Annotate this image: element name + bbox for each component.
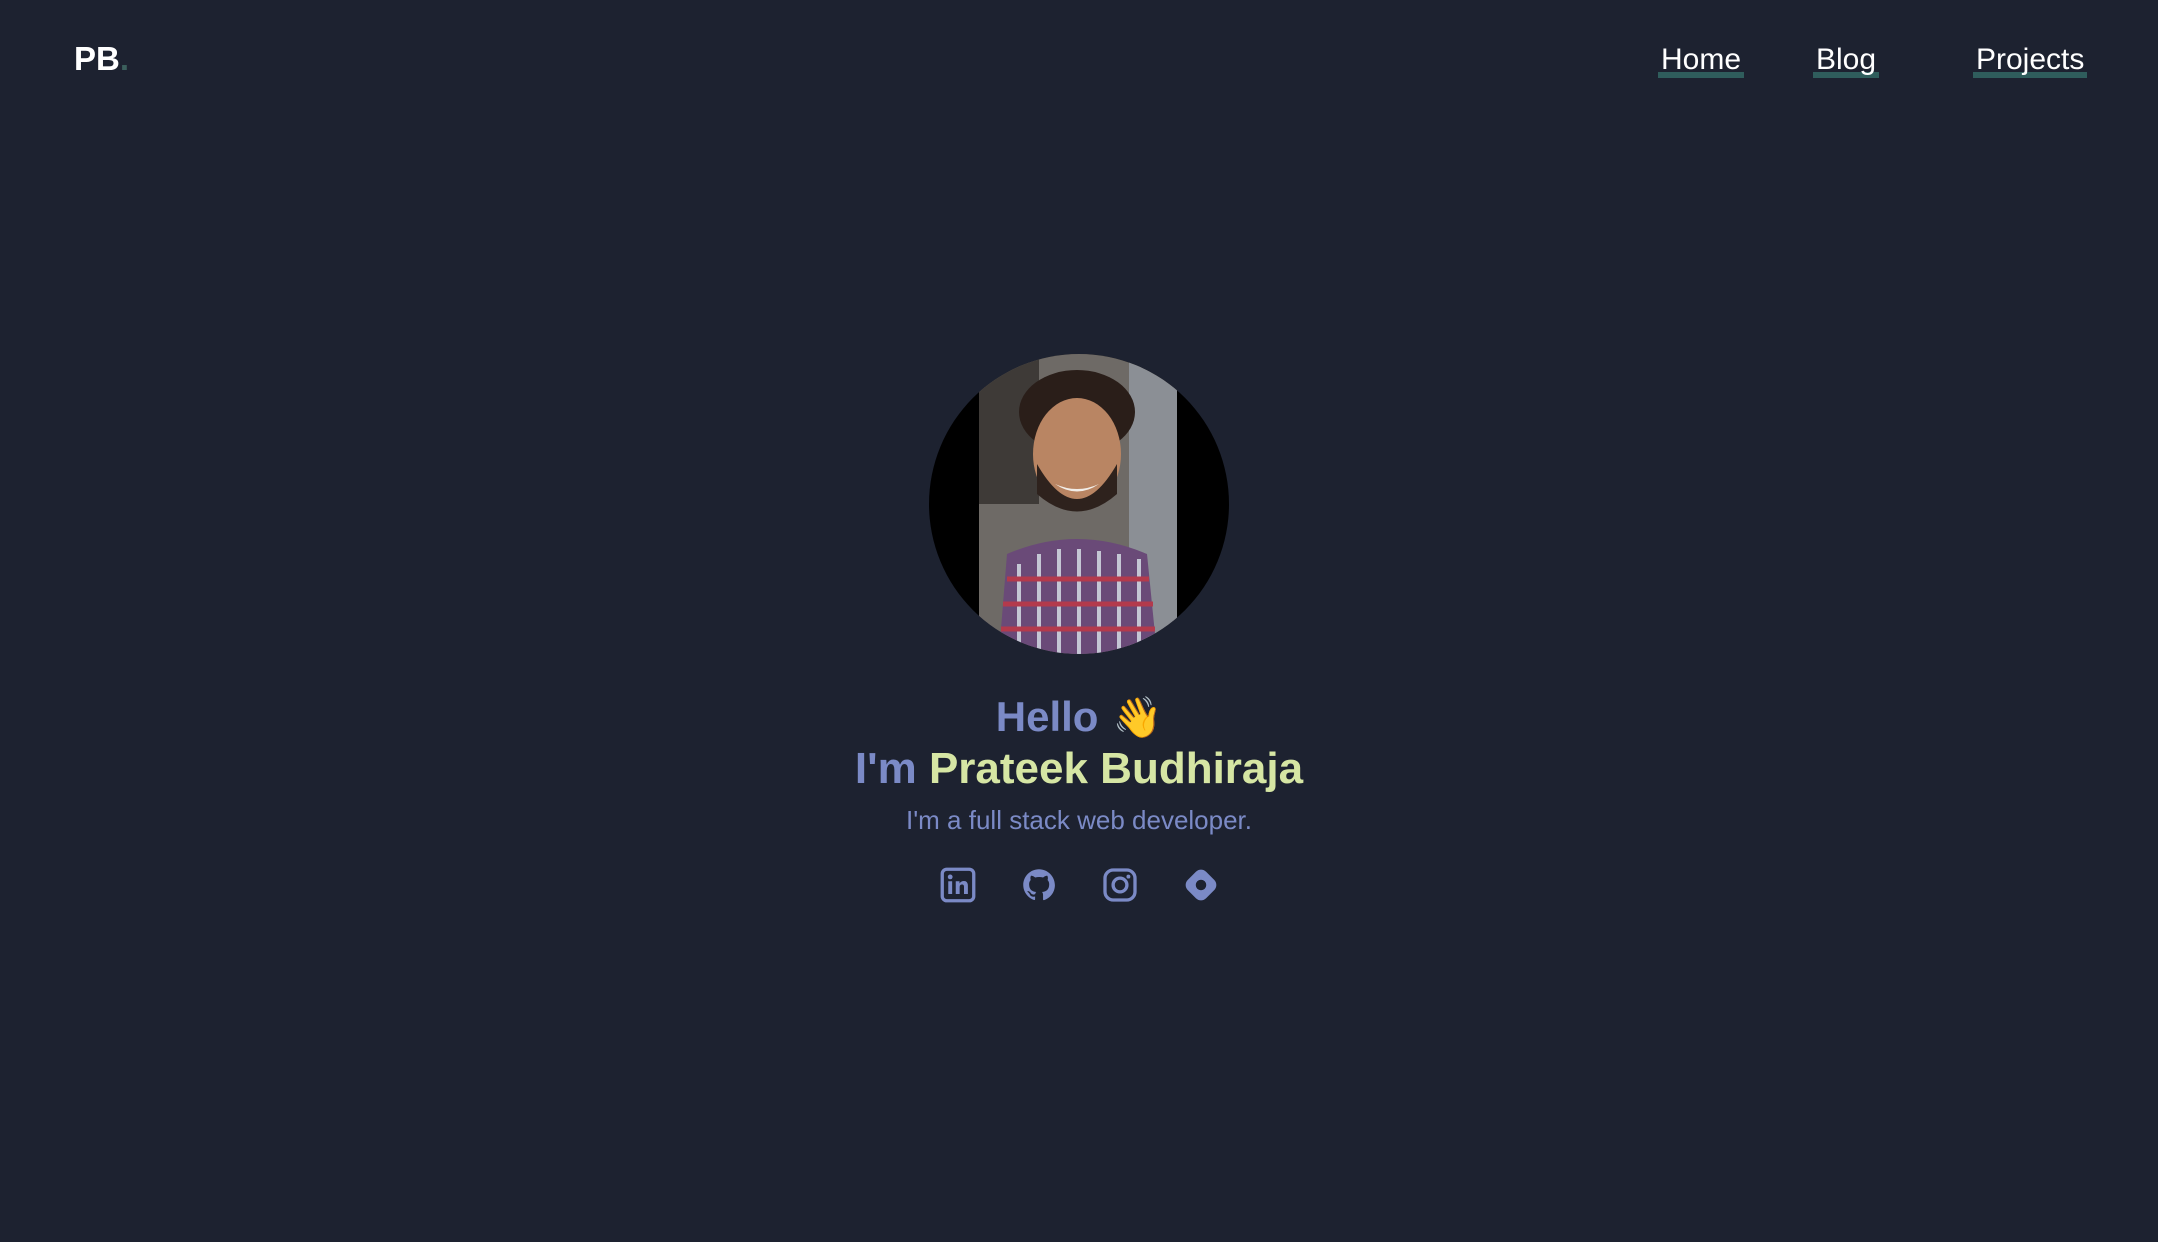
linkedin-icon[interactable] bbox=[940, 867, 976, 903]
profile-avatar bbox=[929, 354, 1229, 654]
nav-home-link[interactable]: Home bbox=[1658, 42, 1745, 78]
nav-blog-link[interactable]: Blog bbox=[1813, 42, 1880, 78]
logo-text: PB bbox=[74, 40, 120, 77]
nav-projects-link[interactable]: Projects bbox=[1973, 42, 2088, 78]
hello-heading: Hello 👋 bbox=[0, 692, 2158, 743]
hello-text: Hello bbox=[995, 693, 1099, 740]
tagline: I'm a full stack web developer. bbox=[905, 805, 1253, 835]
developer-name: Prateek Budhiraja bbox=[928, 744, 1304, 793]
hero-section: Hello 👋 I'm Prateek Budhiraja I'm a full … bbox=[0, 354, 2158, 903]
intro-heading: I'm Prateek Budhiraja bbox=[0, 743, 2158, 795]
logo-dot: . bbox=[119, 40, 130, 77]
hashnode-icon[interactable] bbox=[1183, 867, 1219, 903]
site-logo[interactable]: PB. bbox=[74, 40, 129, 78]
profile-photo bbox=[979, 354, 1177, 654]
intro-prefix: I'm bbox=[854, 744, 917, 793]
instagram-icon[interactable] bbox=[1102, 867, 1138, 903]
social-links bbox=[0, 867, 2158, 903]
wave-icon: 👋 bbox=[1112, 696, 1163, 740]
github-icon[interactable] bbox=[1021, 867, 1057, 903]
